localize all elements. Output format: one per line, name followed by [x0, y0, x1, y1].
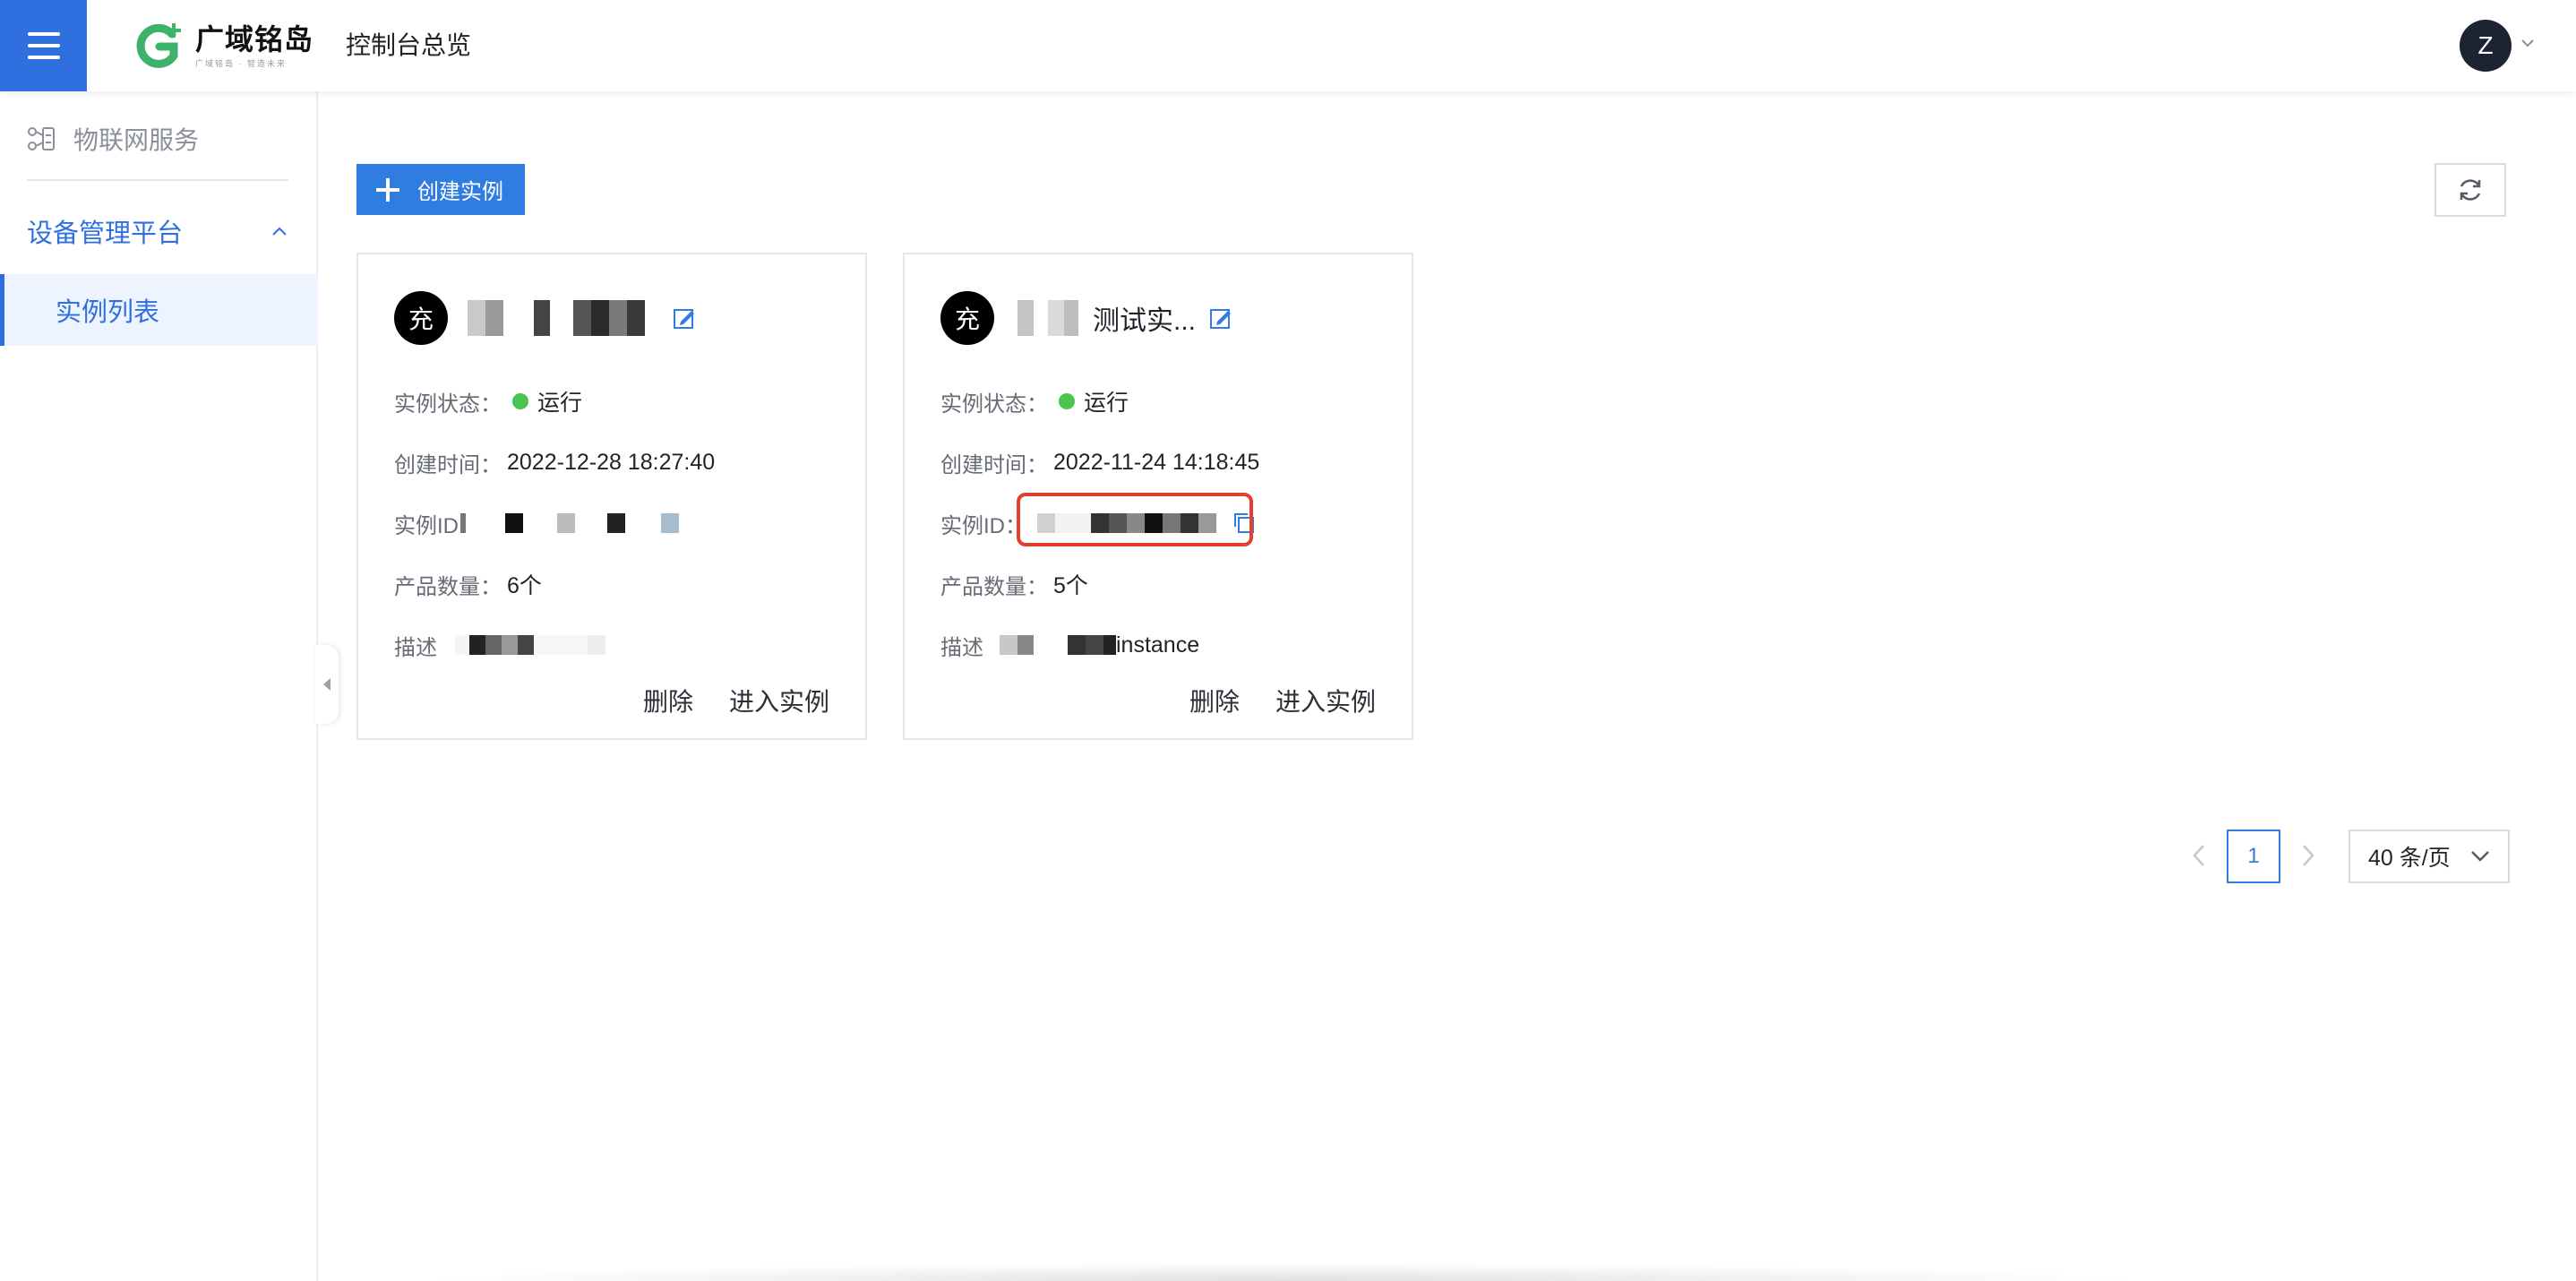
status-value: 运行	[1084, 391, 1129, 416]
instance-status-row: 实例状态： 运行	[940, 383, 1129, 419]
hamburger-menu-button[interactable]	[0, 0, 87, 91]
created-value: 2022-11-24 14:18:45	[1053, 449, 1260, 475]
edit-icon[interactable]	[1208, 305, 1233, 331]
page-size-select[interactable]: 40 条/页	[2348, 830, 2510, 883]
pagination-page-1[interactable]: 1	[2227, 830, 2280, 883]
sidebar-divider	[27, 179, 288, 181]
create-instance-button[interactable]: 创建实例	[356, 164, 525, 215]
instance-id-label: 实例ID：	[940, 513, 1026, 538]
sidebar-group-label: 设备管理平台	[27, 219, 184, 248]
sidebar: 物联网服务 设备管理平台 实例列表	[0, 91, 318, 1281]
product-count-row: 产品数量： 6个	[394, 566, 542, 602]
console-title[interactable]: 控制台总览	[346, 29, 471, 63]
sidebar-item-iot-service[interactable]: 物联网服务	[27, 118, 199, 159]
description-row: 描述 instance	[940, 627, 1199, 663]
caret-left-icon	[323, 678, 331, 691]
chevron-down-icon	[2471, 851, 2489, 862]
created-label: 创建时间：	[394, 452, 502, 477]
enter-instance-button[interactable]: 进入实例	[729, 683, 829, 718]
product-count-value: 5个	[1053, 573, 1088, 598]
refresh-icon	[2460, 179, 2481, 201]
instance-card: 充 实例状态： 运行 创建时间： 2022-12-28 18:27:40 实例I…	[356, 253, 867, 740]
chevron-up-icon	[272, 227, 287, 236]
instance-status-row: 实例状态： 运行	[394, 383, 582, 419]
status-label: 实例状态：	[940, 391, 1048, 417]
instance-created-row: 创建时间： 2022-11-24 14:18:45	[940, 444, 1259, 480]
pagination-prev-button[interactable]	[2185, 839, 2212, 872]
bottom-shadow	[412, 1263, 2150, 1281]
chevron-right-icon	[2303, 845, 2314, 866]
brand-logo-icon	[136, 23, 181, 68]
instance-created-row: 创建时间： 2022-12-28 18:27:40	[394, 444, 715, 480]
sidebar-item-label: 实例列表	[56, 298, 160, 327]
status-value: 运行	[537, 391, 583, 416]
sidebar-item-instance-list[interactable]: 实例列表	[0, 274, 318, 346]
status-label: 实例状态：	[394, 391, 502, 417]
product-count-value: 6个	[507, 573, 542, 598]
plus-icon	[376, 177, 399, 202]
instance-avatar: 充	[394, 291, 448, 345]
description-label: 描述	[394, 635, 437, 660]
instance-id-redacted	[460, 513, 679, 533]
chevron-left-icon	[2193, 845, 2204, 866]
instance-id-label: 实例ID	[394, 513, 459, 538]
brand-name: 广域铭岛	[195, 22, 314, 56]
instance-name-redacted	[468, 300, 645, 336]
product-count-row: 产品数量： 5个	[940, 566, 1088, 602]
brand-slogan: 广域铭岛 · 智造未来	[195, 58, 287, 68]
refresh-button[interactable]	[2434, 163, 2506, 217]
iot-nodes-icon	[28, 127, 55, 150]
created-value: 2022-12-28 18:27:40	[507, 449, 716, 475]
instance-card: 充 测试实... 实例状态： 运行 创建时间： 2022-11-24 14:18…	[903, 253, 1413, 740]
instance-avatar: 充	[940, 291, 994, 345]
top-header: 广域铭岛 广域铭岛 · 智造未来 控制台总览 Z	[0, 0, 2576, 91]
edit-icon[interactable]	[672, 305, 697, 331]
sidebar-group-device-management[interactable]: 设备管理平台	[27, 208, 296, 254]
product-count-label: 产品数量：	[940, 574, 1048, 599]
description-row: 描述	[394, 627, 611, 663]
sidebar-item-label: 物联网服务	[73, 126, 200, 154]
page-size-value: 40 条/页	[2368, 846, 2451, 871]
description-redacted	[1000, 635, 1116, 655]
user-avatar[interactable]: Z	[2460, 20, 2512, 72]
brand-logo[interactable]: 广域铭岛 广域铭岛 · 智造未来	[133, 20, 313, 72]
sidebar-collapse-toggle[interactable]	[315, 645, 339, 724]
status-running-dot	[1059, 393, 1075, 409]
created-label: 创建时间：	[940, 452, 1048, 477]
hamburger-menu-icon	[27, 32, 60, 59]
instance-id-highlight	[1017, 493, 1253, 546]
instance-name-redacted	[1003, 300, 1078, 336]
description-value: instance	[1116, 632, 1200, 658]
instance-name: 测试实...	[1093, 306, 1197, 336]
create-instance-label: 创建实例	[417, 180, 503, 204]
delete-instance-button[interactable]: 删除	[1189, 683, 1240, 718]
pagination-next-button[interactable]	[2295, 839, 2322, 872]
delete-instance-button[interactable]: 删除	[643, 683, 693, 718]
description-label: 描述	[940, 635, 983, 660]
product-count-label: 产品数量：	[394, 574, 502, 599]
enter-instance-button[interactable]: 进入实例	[1275, 683, 1376, 718]
description-redacted	[455, 635, 605, 655]
status-running-dot	[512, 393, 528, 409]
chevron-down-icon[interactable]	[2520, 36, 2535, 50]
instance-id-row: 实例ID	[394, 505, 679, 541]
